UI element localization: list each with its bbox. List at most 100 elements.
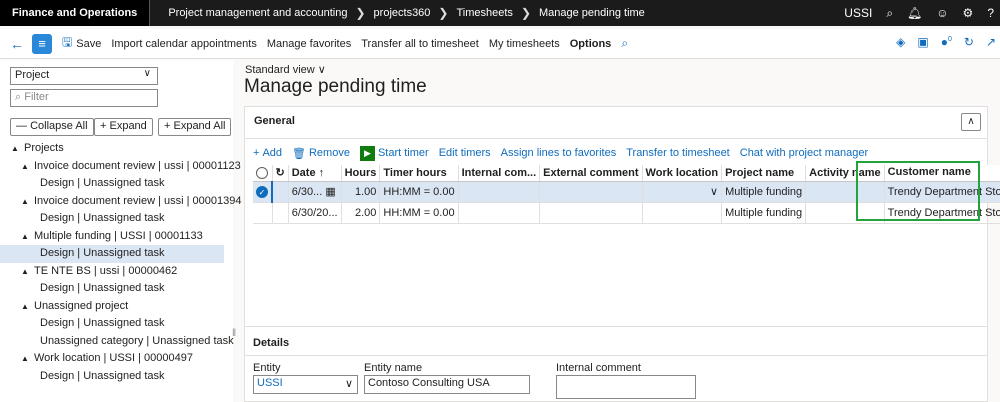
tree-node-task[interactable]: Design | Unassigned task [0,368,233,386]
expand-button[interactable]: + Expand [94,118,153,136]
row-checkbox[interactable]: ✓ [253,181,273,203]
hours-cell[interactable]: 1.00 [341,181,381,203]
activity-name-cell[interactable] [805,202,885,224]
external-comment-cell[interactable] [539,181,643,203]
collapse-triangle-icon[interactable]: ▲ [21,193,29,211]
hamburger-menu-icon[interactable]: ≡ [32,33,52,54]
chat-with-pm-button[interactable]: Chat with project manager [740,147,868,159]
office-icon[interactable]: ▣ [917,35,928,49]
search-icon[interactable]: ⌕ [886,6,893,21]
timer-hours-cell[interactable]: HH:MM = 0.00 [379,181,459,203]
collapse-all-button[interactable]: — Collapse All [10,118,94,136]
internal-comment-cell[interactable] [458,181,541,203]
column-header-external-comment[interactable]: External comment [539,165,643,182]
date-cell[interactable]: 6/30... ▦ [288,181,342,203]
select-all-checkbox[interactable] [253,165,273,182]
transfer-to-timesheet-button[interactable]: Transfer to timesheet [626,147,730,159]
diamond-icon[interactable]: ◈ [896,35,905,49]
my-timesheets-button[interactable]: My timesheets [489,38,560,50]
gear-icon[interactable]: ⚙ [963,6,974,20]
tree-view-select[interactable]: Project ∨ [10,67,158,85]
work-location-cell[interactable]: ∨ [642,181,723,203]
tree-node-task[interactable]: Design | Unassigned task [0,280,233,298]
breadcrumb-item-page[interactable]: Manage pending time [539,7,645,19]
timer-hours-cell[interactable]: HH:MM = 0.00 [379,202,459,224]
smiley-icon[interactable]: ☺ [936,6,948,20]
entity-name-field[interactable]: Contoso Consulting USA [364,375,530,394]
activity-name-cell[interactable] [805,181,885,203]
details-section-title[interactable]: Details [253,337,289,349]
save-button[interactable]: 🖫 Save [62,33,101,54]
column-header-project-name[interactable]: Project name [721,165,807,182]
collapse-triangle-icon[interactable]: ▲ [21,263,29,281]
breadcrumb-item-timesheets[interactable]: Timesheets [456,7,512,19]
project-name-cell[interactable]: Multiple funding [721,202,807,224]
collapse-triangle-icon[interactable]: ▲ [21,350,29,368]
tree-node-project[interactable]: ▲ Work location | USSI | 00000497 [0,350,233,368]
expand-all-button[interactable]: + Expand All [158,118,232,136]
tree-node-task[interactable]: Design | Unassigned task [0,315,233,333]
table-row[interactable]: 6/30/20... 2.00 HH:MM = 0.00 Multiple fu… [253,202,1000,224]
options-tab[interactable]: Options [570,38,612,50]
general-section-title[interactable]: General [254,115,295,127]
refresh-column-icon[interactable]: ↻ [272,165,289,182]
column-header-customer-name[interactable]: Customer name⋮ [884,165,1000,182]
work-location-cell[interactable] [642,202,723,224]
company-picker[interactable]: USSI [844,6,872,20]
collapse-triangle-icon[interactable]: ▲ [21,298,29,316]
help-icon[interactable]: ? [987,6,994,20]
tree-node-project[interactable]: ▲ Invoice document review | ussi | 000013… [0,193,242,211]
calendar-icon[interactable]: ▦ [325,186,335,198]
edit-timers-button[interactable]: Edit timers [439,147,491,159]
tree-node-project[interactable]: ▲ Unassigned project [0,298,233,316]
tree-node-task[interactable]: Design | Unassigned task [0,210,233,228]
tree-node-task-selected[interactable]: Design | Unassigned task [0,245,224,263]
column-header-work-location[interactable]: Work location [642,165,723,182]
column-header-timer-hours[interactable]: Timer hours [379,165,459,182]
tree-node-task[interactable]: Design | Unassigned task [0,175,233,193]
open-new-window-icon[interactable]: ↗ [986,35,996,49]
external-comment-cell[interactable] [539,202,643,224]
customer-name-cell[interactable]: Trendy Department Stores [884,202,1000,224]
column-header-hours[interactable]: Hours [341,165,381,182]
table-row[interactable]: ✓ 6/30... ▦ 1.00 HH:MM = 0.00 ∨ Multiple… [253,181,1000,203]
start-timer-button[interactable]: ▶ Start timer [359,145,429,161]
view-selector[interactable]: Standard view ∨ [245,63,326,76]
chevron-down-icon[interactable]: ∨ [710,185,718,198]
collapse-section-button[interactable]: ∧ [961,113,981,131]
column-header-internal-comment[interactable]: Internal com... [458,165,541,182]
tree-node-task[interactable]: Unassigned category | Unassigned task [0,333,234,351]
collapse-triangle-icon[interactable]: ▲ [11,140,19,158]
internal-comment-field[interactable] [556,375,696,399]
app-brand[interactable]: Finance and Operations [0,0,151,26]
assign-favorites-button[interactable]: Assign lines to favorites [501,147,617,159]
manage-favorites-button[interactable]: Manage favorites [267,38,351,50]
notification-icon[interactable]: ●0 [941,35,952,49]
refresh-icon[interactable]: ↻ [964,35,974,49]
customer-name-cell[interactable]: Trendy Department Stores [884,181,1000,203]
import-calendar-button[interactable]: Import calendar appointments [111,38,257,50]
panel-splitter[interactable]: ‖ [232,328,236,339]
entity-select[interactable]: USSI ∨ [253,375,358,394]
project-name-cell[interactable]: Multiple funding [721,181,807,203]
breadcrumb-item-project[interactable]: projects360 [374,7,431,19]
bell-icon[interactable]: 🔔︎ [907,6,922,20]
back-arrow-icon[interactable]: ← [6,36,28,52]
date-cell[interactable]: 6/30/20... [288,202,342,224]
transfer-all-button[interactable]: Transfer all to timesheet [361,38,479,50]
tree-node-project[interactable]: ▲ Invoice document review | ussi | 000011… [0,158,241,176]
internal-comment-cell[interactable] [458,202,541,224]
tree-node-project[interactable]: ▲ TE NTE BS | ussi | 00000462 [0,263,233,281]
tree-node-project[interactable]: ▲ Multiple funding | USSI | 00001133 [0,228,233,246]
remove-button[interactable]: 🗑︎ Remove [292,147,350,160]
column-header-date[interactable]: Date ↑ [288,165,342,182]
filter-input[interactable]: ⌕ Filter [10,89,158,107]
tree-node-projects[interactable]: ▲ Projects [0,140,233,158]
search-icon[interactable]: ⌕ [621,36,628,51]
row-checkbox[interactable] [253,202,273,224]
hours-cell[interactable]: 2.00 [341,202,381,224]
column-header-activity-name[interactable]: Activity name [805,165,885,182]
breadcrumb-item-module[interactable]: Project management and accounting [168,7,347,19]
collapse-triangle-icon[interactable]: ▲ [21,228,29,246]
add-button[interactable]: + Add [253,147,282,159]
